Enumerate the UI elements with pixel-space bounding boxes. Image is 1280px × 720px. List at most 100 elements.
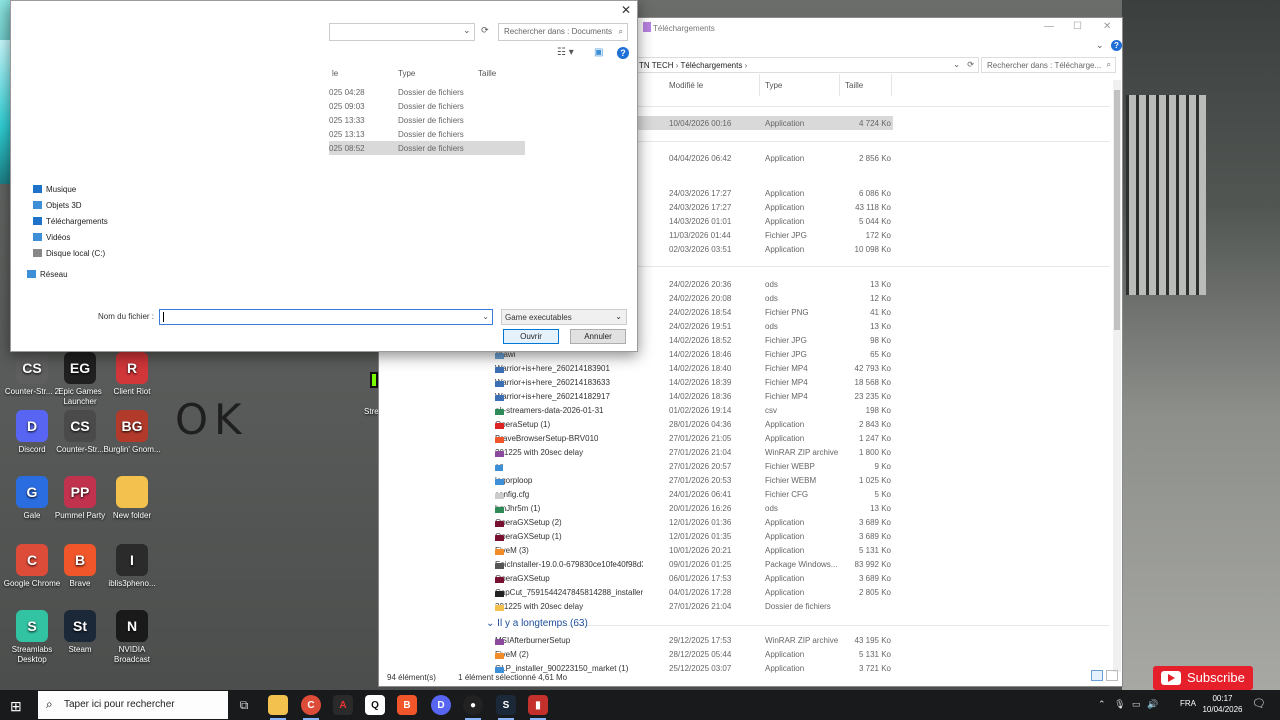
cancel-button[interactable]: Annuler — [570, 329, 626, 344]
steam-taskbar-icon[interactable]: S — [496, 695, 516, 720]
dialog-search-input[interactable]: Rechercher dans : Documents ⌕ — [498, 23, 628, 41]
table-row[interactable]: OperaGXSetup 06/01/2026 17:53 Application 3… — [493, 571, 893, 585]
youtube-icon — [1161, 671, 1181, 685]
volume-icon[interactable]: 🔊 — [1147, 699, 1158, 709]
address-bar[interactable]: TN TECH › Téléchargements › ⌄ ⟳ — [634, 57, 979, 73]
column-header-date[interactable]: Modifié le — [669, 81, 703, 90]
table-row[interactable]: FiveM (3) 10/01/2026 20:21 Application 5 13… — [493, 543, 893, 557]
table-row[interactable]: Warrior+is+here_260214182917 14/02/2026 1… — [493, 389, 893, 403]
language-indicator[interactable]: FRA — [1180, 699, 1196, 708]
microphone-icon[interactable]: 🎙 — [1114, 699, 1125, 709]
refresh-icon[interactable]: ⟳ — [481, 25, 489, 35]
dialog-close-icon[interactable]: ✕ — [621, 3, 631, 17]
tiles-view-icon[interactable] — [1106, 670, 1118, 681]
help-icon[interactable]: ? — [617, 47, 629, 59]
chevron-down-icon[interactable]: ⌄ — [482, 312, 489, 321]
dialog-file-row[interactable]: 025 04:28 Dossier de fichiers — [329, 85, 525, 99]
column-separator[interactable] — [839, 74, 840, 96]
minimize-button[interactable]: — — [1044, 21, 1054, 32]
table-row[interactable]: EpicInstaller-19.0.0-679830ce10fe40f98d3… — [493, 557, 893, 571]
table-row[interactable]: OperaSetup (1) 28/01/2026 04:36 Applicatio… — [493, 417, 893, 431]
filetype-select[interactable]: Game executables ⌄ — [501, 309, 627, 325]
preview-pane-icon[interactable]: ▣ — [594, 47, 603, 58]
refresh-icon[interactable]: ⟳ — [967, 60, 974, 69]
desktop-shortcut[interactable]: R Client Riot — [100, 352, 164, 397]
table-row[interactable]: OperaGXSetup (2) 12/01/2026 01:36 Applicat… — [493, 515, 893, 529]
table-row[interactable]: hmJhr5m (1) 20/01/2026 16:26 ods 13 Ko — [493, 501, 893, 515]
nav-item[interactable]: Téléchargements — [33, 217, 108, 226]
table-row[interactable]: Warrior+is+here_260214183901 14/02/2026 1… — [493, 361, 893, 375]
vertical-scrollbar[interactable] — [1113, 80, 1121, 672]
dialog-column-type[interactable]: Type — [398, 69, 415, 78]
dialog-column-size[interactable]: Taille — [478, 69, 496, 78]
column-separator[interactable] — [759, 74, 760, 96]
table-row[interactable]: ak-streamers-data-2026-01-31 01/02/2026 1… — [493, 403, 893, 417]
task-view-icon[interactable]: ⧉ — [234, 695, 254, 715]
address-dropdown-icon[interactable]: ⌄ — [463, 25, 471, 35]
chrome-taskbar-icon[interactable]: C — [301, 695, 321, 720]
taskbar-search-input[interactable]: ⌕ Taper ici pour rechercher — [38, 691, 228, 719]
table-row[interactable]: 301225 with 20sec delay 27/01/2026 21:04 W… — [493, 445, 893, 459]
obs-taskbar-icon[interactable]: ● — [463, 695, 483, 720]
adobe-taskbar-icon[interactable]: A — [333, 695, 353, 715]
app-q-taskbar-icon[interactable]: Q — [365, 695, 385, 715]
clock[interactable]: 00:17 10/04/2026 — [1200, 693, 1245, 715]
explorer-search-input[interactable]: Rechercher dans : Télécharge... ⌕ — [981, 57, 1116, 73]
dialog-file-row[interactable]: 025 09:03 Dossier de fichiers — [329, 99, 525, 113]
nav-item[interactable]: Objets 3D — [33, 201, 82, 210]
close-button[interactable]: ✕ — [1103, 21, 1111, 32]
open-button[interactable]: Ouvrir — [503, 329, 559, 344]
file-size: 1 800 Ko — [858, 448, 891, 457]
breadcrumb-item[interactable]: Téléchargements — [681, 61, 743, 70]
nav-item[interactable]: Vidéos — [33, 233, 70, 242]
table-row[interactable]: logorploop 27/01/2026 20:53 Fichier WEBM 1 … — [493, 473, 893, 487]
dialog-file-row[interactable]: 025 13:13 Dossier de fichiers — [329, 127, 525, 141]
table-row[interactable]: MSIAfterburnerSetup 29/12/2025 17:53 WinRA… — [493, 633, 893, 647]
column-header-type[interactable]: Type — [765, 81, 782, 90]
app-taskbar-icon[interactable]: ▮ — [528, 695, 548, 720]
table-row[interactable]: FiveM (2) 28/12/2025 05:44 Application 5 13… — [493, 647, 893, 661]
table-row[interactable]: OperaGXSetup (1) 12/01/2026 01:35 Applicat… — [493, 529, 893, 543]
discord-taskbar-icon[interactable]: D — [431, 695, 451, 715]
desktop-shortcut[interactable]: BG Burglin' Gnom... — [100, 410, 164, 455]
chevron-down-icon: ⌄ — [615, 312, 622, 321]
network-icon[interactable]: ▭ — [1132, 699, 1141, 709]
address-dropdown-icon[interactable]: ⌄ — [953, 60, 960, 69]
filename-input[interactable]: ⌄ — [159, 309, 493, 325]
maximize-button[interactable]: ☐ — [1073, 21, 1082, 32]
table-row[interactable]: BraveBrowserSetup-BRV010 27/01/2026 21:05… — [493, 431, 893, 445]
file-explorer-taskbar-icon[interactable] — [268, 695, 288, 720]
streamlabs-partial-icon[interactable] — [370, 372, 378, 388]
table-row[interactable]: 301225 with 20sec delay 27/01/2026 21:04 D… — [493, 599, 893, 613]
desktop-shortcut[interactable]: N NVIDIA Broadcast — [100, 610, 164, 665]
desktop-shortcut[interactable]: New folder — [100, 476, 164, 521]
help-icon[interactable]: ? — [1111, 40, 1122, 51]
dialog-file-row[interactable]: 025 08:52 Dossier de fichiers — [329, 141, 525, 155]
file-name: Warrior+is+here_260214183633 — [495, 378, 610, 387]
notifications-icon[interactable]: 🗨 — [1252, 697, 1266, 710]
table-row[interactable]: Warrior+is+here_260214183633 14/02/2026 1… — [493, 375, 893, 389]
nav-item[interactable]: Disque local (C:) — [33, 249, 105, 258]
dialog-file-row[interactable]: 025 13:33 Dossier de fichiers — [329, 113, 525, 127]
view-options-icon[interactable]: ☷ ▾ — [557, 47, 574, 58]
subscribe-button[interactable]: Subscribe — [1153, 666, 1253, 690]
table-row[interactable]: CapCut_7591544247845814288_installer 04/0… — [493, 585, 893, 599]
scrollbar-thumb[interactable] — [1114, 90, 1120, 330]
discord-icon: D — [16, 410, 48, 442]
brave-taskbar-icon[interactable]: B — [397, 695, 417, 715]
breadcrumb-item[interactable]: TN TECH — [639, 61, 674, 70]
table-row[interactable]: config.cfg 24/01/2026 06:41 Fichier CFG 5 K… — [493, 487, 893, 501]
details-view-icon[interactable] — [1091, 670, 1103, 681]
tray-chevron-icon[interactable]: ⌃ — [1098, 699, 1106, 709]
ribbon-expand-icon[interactable]: ⌄ — [1096, 40, 1104, 51]
group-header-longtemps[interactable]: ⌄ Il y a longtemps (63) — [486, 618, 588, 629]
column-header-size[interactable]: Taille — [845, 81, 863, 90]
nav-item[interactable]: Musique — [33, 185, 76, 194]
desktop-shortcut[interactable]: Iiblis3pheno... — [100, 544, 164, 589]
column-separator[interactable] — [891, 74, 892, 96]
nav-item[interactable]: Réseau — [27, 270, 68, 279]
table-row[interactable]: az 27/01/2026 20:57 Fichier WEBP 9 Ko — [493, 459, 893, 473]
dialog-column-date[interactable]: le — [332, 69, 338, 78]
dialog-address-bar[interactable] — [329, 23, 475, 41]
windows-start-icon[interactable]: ⊞ — [10, 698, 22, 715]
